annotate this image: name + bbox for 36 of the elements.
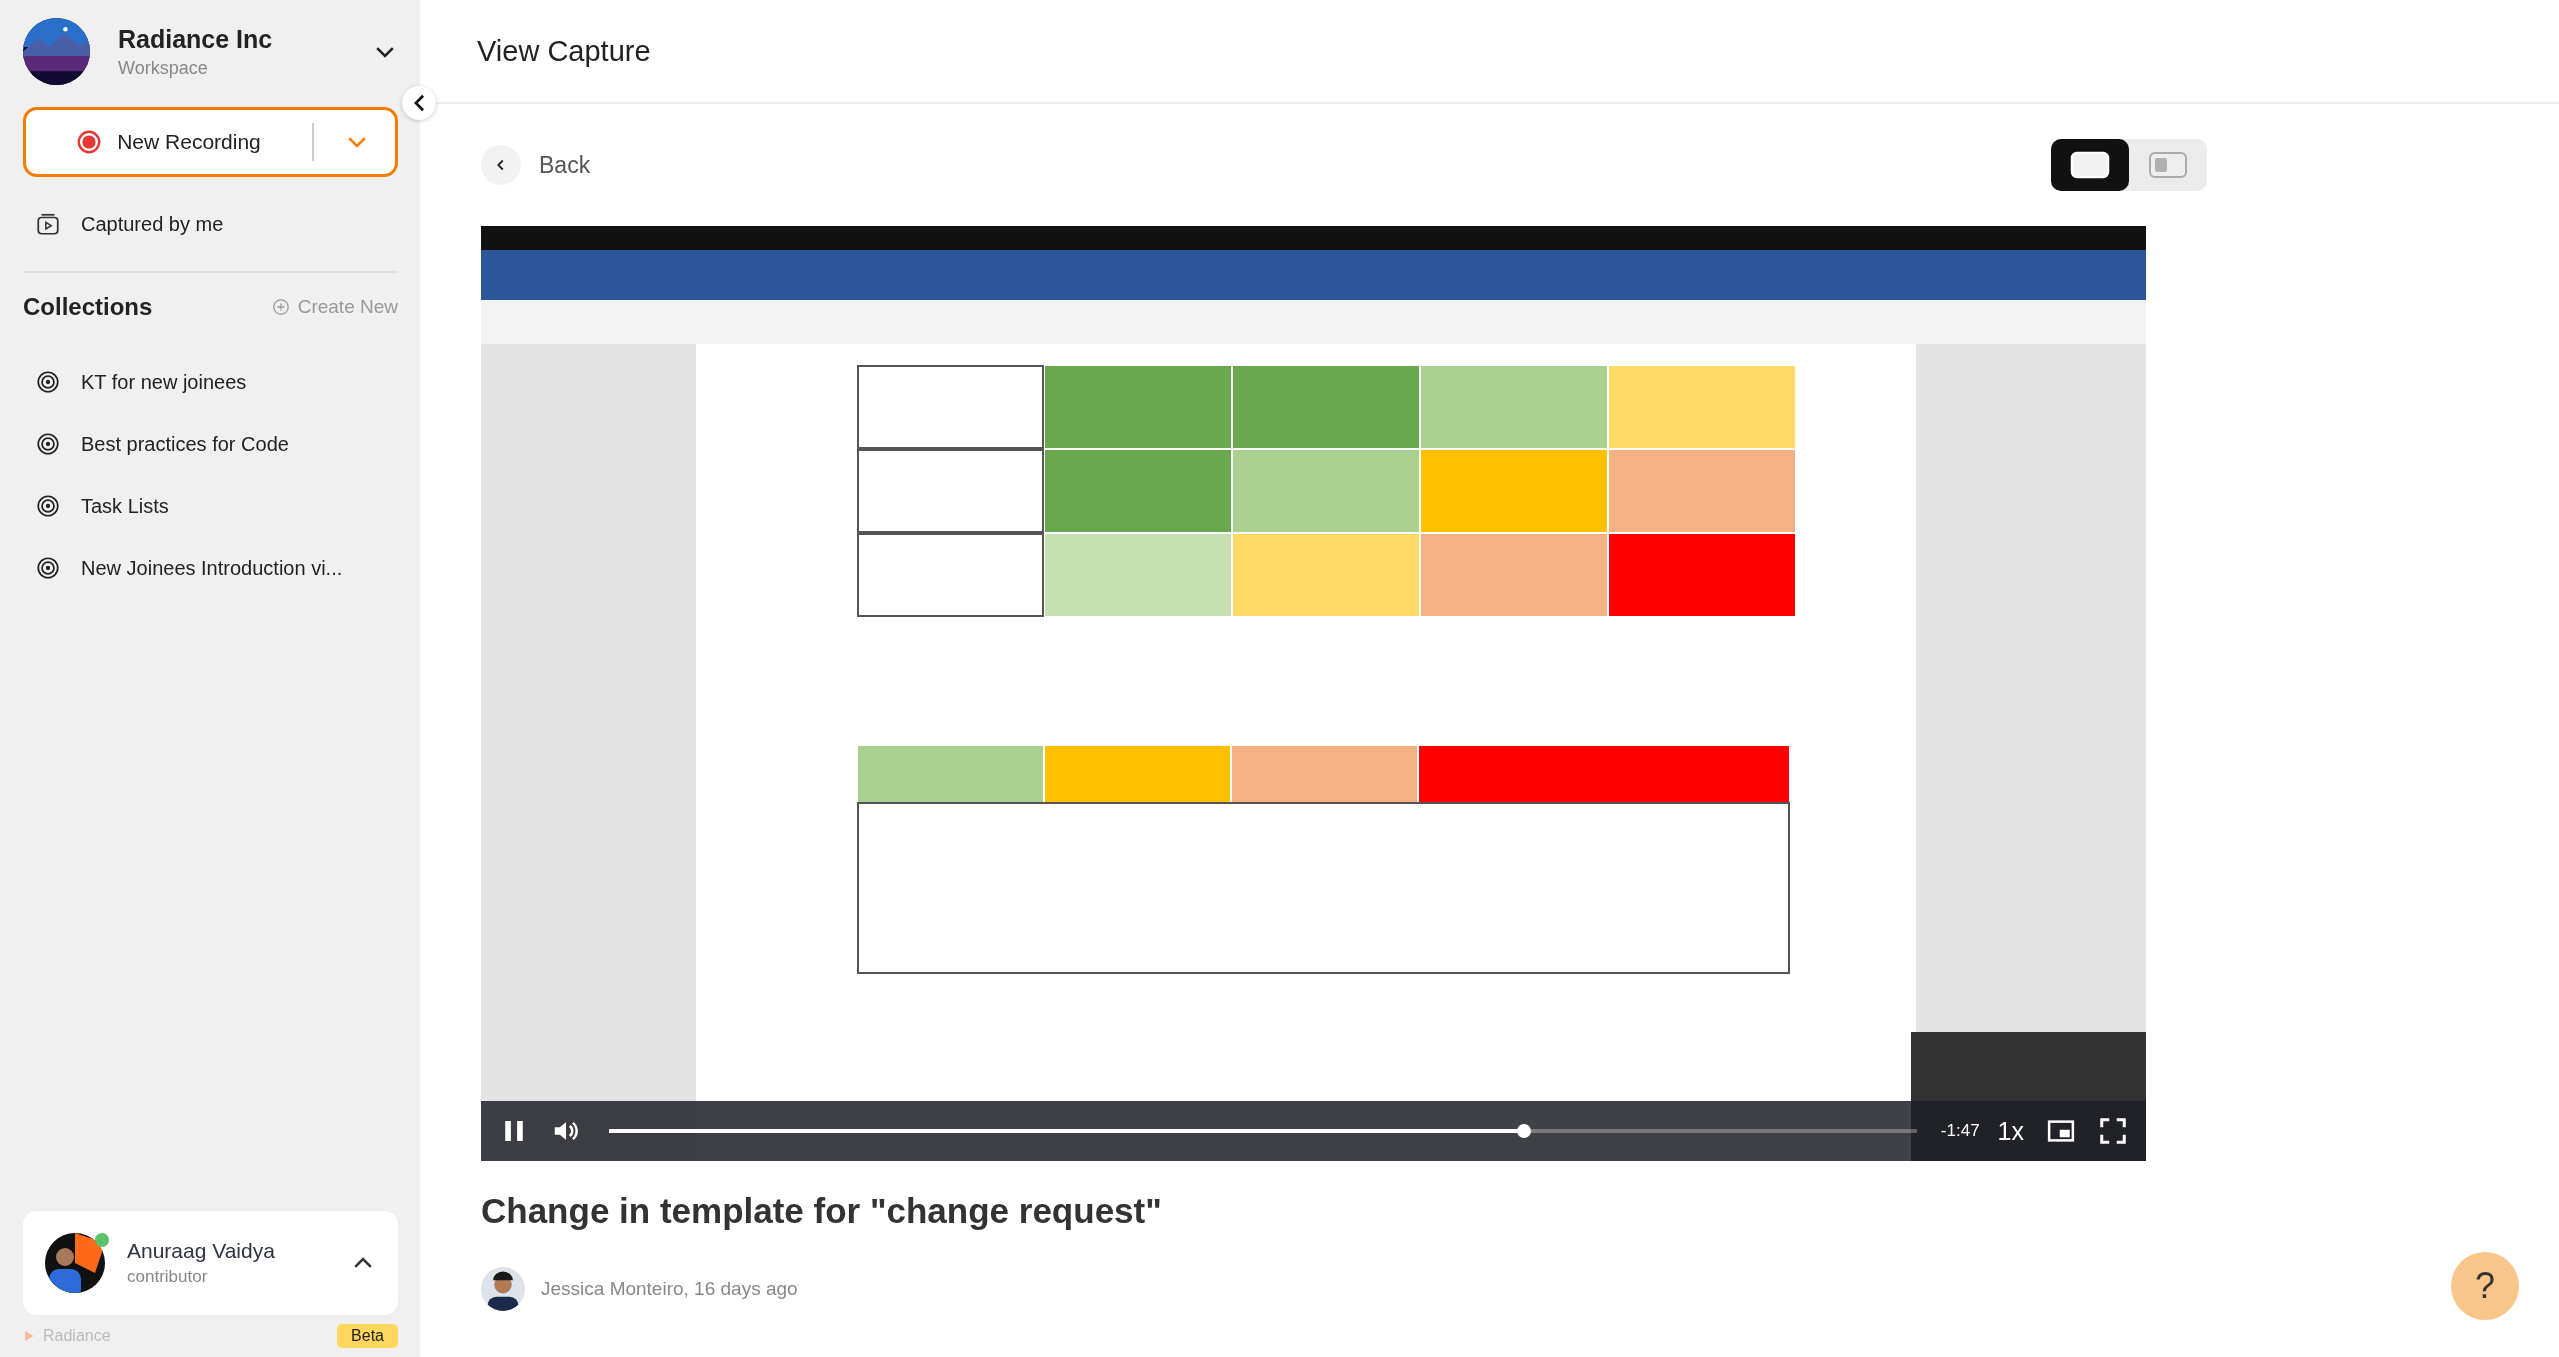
chevron-left-icon (413, 94, 425, 112)
page-title: View Capture (477, 34, 651, 68)
back-button[interactable]: Back (481, 145, 591, 185)
fullscreen-icon (2098, 1116, 2128, 1146)
record-icon (77, 130, 102, 154)
capture-title: Change in template for "change request" (481, 1191, 1163, 1231)
help-button[interactable]: ? (2451, 1252, 2519, 1320)
add-icon (271, 298, 290, 316)
target-icon (35, 555, 61, 581)
collapse-sidebar-button[interactable] (402, 86, 436, 120)
collections-heading: Collections (23, 293, 153, 321)
view-mode-button[interactable] (2051, 139, 2129, 191)
playback-speed-button[interactable]: 1x (1993, 1112, 2028, 1150)
progress-handle[interactable] (1517, 1124, 1532, 1138)
nav-item[interactable]: Captured by me (23, 199, 398, 249)
full-view-icon (2070, 151, 2110, 179)
target-icon (35, 431, 61, 457)
user-role: contributor (127, 1267, 209, 1287)
collection-item[interactable]: Best practices for Code (23, 419, 398, 469)
time-remaining: -1:47 (1940, 1121, 1980, 1141)
user-name: Anuraag Vaidya (127, 1239, 276, 1263)
target-icon (35, 369, 61, 395)
new-recording-label: New Recording (117, 130, 261, 154)
capture-author-date: Jessica Monteiro, 16 days ago (541, 1278, 798, 1300)
split-view-icon (2148, 151, 2188, 179)
collection-item[interactable]: KT for new joinees (23, 357, 398, 407)
user-card[interactable]: Anuraag Vaidya contributor (23, 1211, 398, 1315)
workspace-label: Workspace (118, 57, 209, 79)
collection-item[interactable]: Task Lists (23, 481, 398, 531)
beta-badge: Beta (337, 1324, 398, 1348)
new-recording-button[interactable]: New Recording (23, 107, 398, 177)
collection-item[interactable]: New Joinees Introduction vi... (23, 543, 398, 593)
back-icon (481, 145, 521, 185)
workspace-name: Radiance Inc (118, 24, 274, 54)
target-icon (35, 493, 61, 519)
video-library-icon (35, 211, 61, 237)
